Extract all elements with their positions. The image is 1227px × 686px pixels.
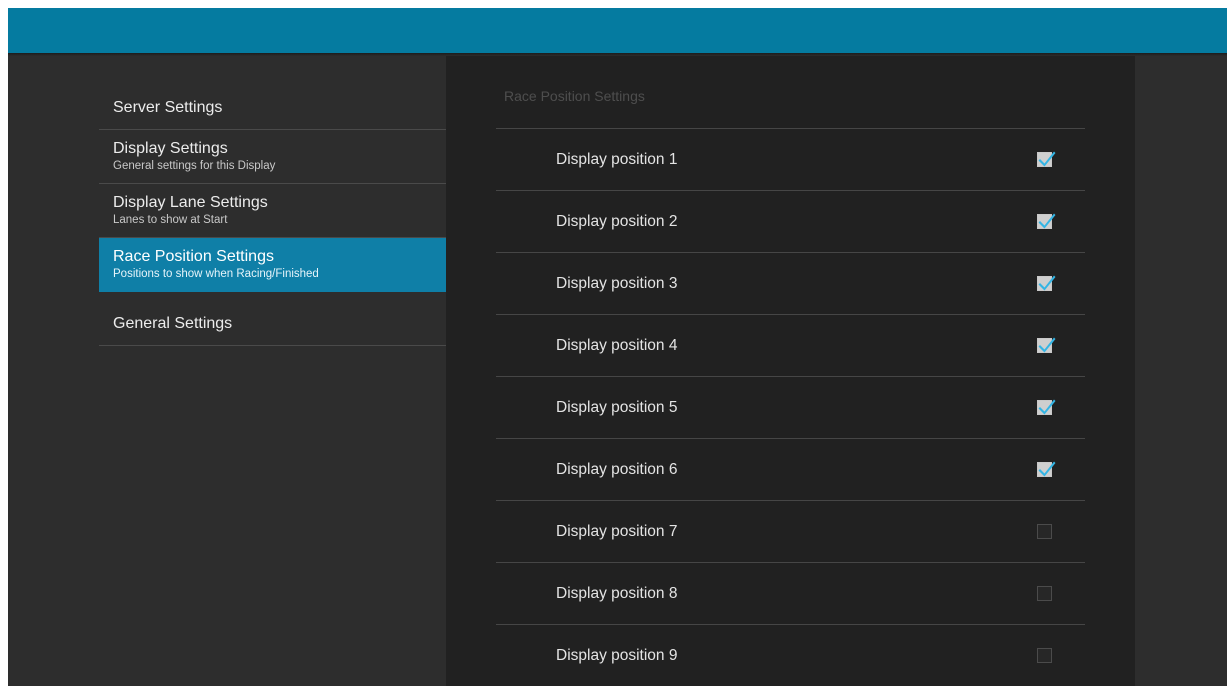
preference-row-display-position-8[interactable]: Display position 8 bbox=[496, 563, 1085, 625]
checkbox-checked[interactable] bbox=[1037, 275, 1056, 291]
header-item-title: Display Lane Settings bbox=[113, 194, 268, 211]
preference-row-display-position-6[interactable]: Display position 6 bbox=[496, 439, 1085, 501]
header-item-title: Server Settings bbox=[113, 99, 223, 116]
preference-label: Display position 6 bbox=[556, 461, 678, 478]
checkbox-unchecked[interactable] bbox=[1037, 648, 1052, 663]
checkmark-icon bbox=[1038, 275, 1056, 291]
preference-label: Display position 4 bbox=[556, 337, 678, 354]
checkbox-checked[interactable] bbox=[1037, 461, 1056, 477]
race-position-settings-panel: Race Position Settings Display position … bbox=[446, 56, 1135, 686]
header-item-general-settings[interactable]: General Settings bbox=[99, 292, 446, 346]
preference-row-display-position-1[interactable]: Display position 1 bbox=[496, 129, 1085, 191]
header-item-title: Display Settings bbox=[113, 140, 228, 157]
checkmark-icon bbox=[1038, 151, 1056, 167]
checkmark-icon bbox=[1038, 213, 1056, 229]
header-item-title: Race Position Settings bbox=[113, 248, 274, 265]
header-item-race-position-settings[interactable]: Race Position Settings Positions to show … bbox=[99, 238, 446, 292]
preference-row-display-position-3[interactable]: Display position 3 bbox=[496, 253, 1085, 315]
checkbox-checked[interactable] bbox=[1037, 337, 1056, 353]
header-item-display-lane-settings[interactable]: Display Lane Settings Lanes to show at St… bbox=[99, 184, 446, 238]
preference-row-display-position-7[interactable]: Display position 7 bbox=[496, 501, 1085, 563]
checkmark-icon bbox=[1038, 337, 1056, 353]
checkbox-unchecked[interactable] bbox=[1037, 524, 1052, 539]
preference-row-display-position-9[interactable]: Display position 9 bbox=[496, 625, 1085, 686]
header-item-title: General Settings bbox=[113, 315, 233, 332]
header-item-summary: Positions to show when Racing/Finished bbox=[113, 268, 319, 280]
preference-row-display-position-4[interactable]: Display position 4 bbox=[496, 315, 1085, 377]
checkbox-unchecked[interactable] bbox=[1037, 586, 1052, 601]
preference-category-title: Race Position Settings bbox=[504, 88, 645, 104]
preference-label: Display position 5 bbox=[556, 399, 678, 416]
preference-label: Display position 9 bbox=[556, 647, 678, 664]
header-item-summary: Lanes to show at Start bbox=[113, 214, 228, 226]
preference-row-display-position-2[interactable]: Display position 2 bbox=[496, 191, 1085, 253]
action-bar bbox=[8, 8, 1227, 53]
preference-label: Display position 3 bbox=[556, 275, 678, 292]
checkmark-icon bbox=[1038, 461, 1056, 477]
checkbox-checked[interactable] bbox=[1037, 213, 1056, 229]
header-item-server-settings[interactable]: Server Settings bbox=[99, 76, 446, 130]
checkbox-checked[interactable] bbox=[1037, 151, 1056, 167]
checkmark-icon bbox=[1038, 399, 1056, 415]
header-item-summary: General settings for this Display bbox=[113, 160, 276, 172]
preference-label: Display position 7 bbox=[556, 523, 678, 540]
settings-header-list: Server Settings Display Settings General s… bbox=[99, 76, 446, 346]
preference-list: Display position 1 Display position 2 Disp… bbox=[496, 129, 1085, 686]
preference-label: Display position 1 bbox=[556, 151, 678, 168]
settings-screen: Server Settings Display Settings General s… bbox=[8, 8, 1227, 686]
checkbox-checked[interactable] bbox=[1037, 399, 1056, 415]
preference-row-display-position-5[interactable]: Display position 5 bbox=[496, 377, 1085, 439]
header-item-display-settings[interactable]: Display Settings General settings for thi… bbox=[99, 130, 446, 184]
preference-label: Display position 2 bbox=[556, 213, 678, 230]
preference-label: Display position 8 bbox=[556, 585, 678, 602]
